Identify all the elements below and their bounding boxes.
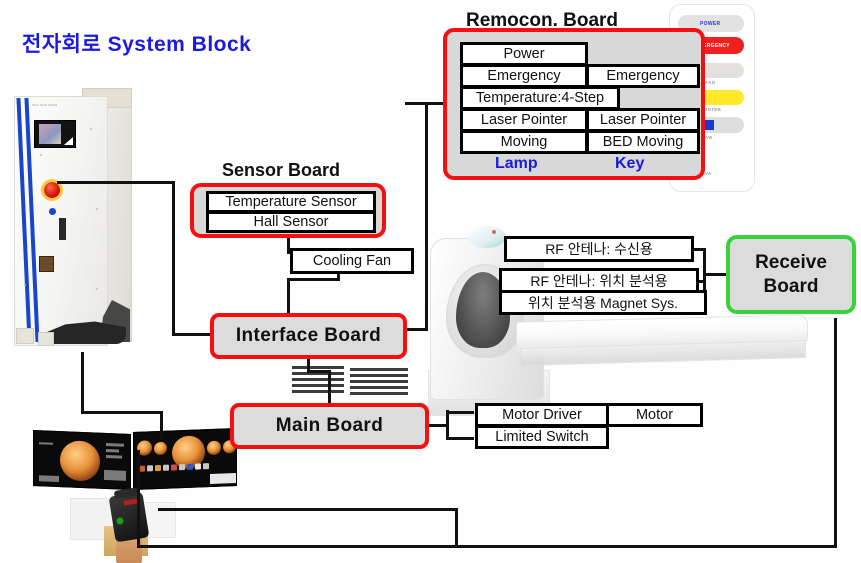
sensor-item-temperature[interactable]: Temperature Sensor bbox=[206, 191, 376, 213]
main-board[interactable]: Main Board bbox=[230, 403, 429, 449]
receive-board-line1: Receive bbox=[755, 251, 827, 273]
connector-interface-to-main-c bbox=[328, 370, 331, 404]
receive-board[interactable]: Receive Board bbox=[726, 235, 856, 314]
connector-joystick-bus bbox=[158, 508, 458, 511]
remocon-key-caption: Key bbox=[615, 155, 645, 172]
endoscopy-monitor-right bbox=[133, 428, 237, 490]
connector-monitor-drop bbox=[160, 411, 163, 439]
rf-antenna-receive[interactable]: RF 안테나: 수신용 bbox=[504, 236, 694, 262]
connector-cabinet-down bbox=[81, 352, 84, 414]
receive-board-line2: Board bbox=[763, 275, 819, 297]
remote-key-power-label: POWER bbox=[700, 21, 721, 27]
remocon-lamp-laser-pointer[interactable]: Laser Pointer bbox=[460, 108, 588, 132]
motor-box[interactable]: Motor bbox=[606, 403, 703, 427]
remocon-lamp-power[interactable]: Power bbox=[460, 42, 588, 66]
connector-trunk-vertical bbox=[172, 181, 175, 336]
hand-controller-photo bbox=[60, 487, 190, 563]
remocon-lamp-caption: Lamp bbox=[495, 155, 538, 172]
connector-motor-bracket-v bbox=[446, 410, 449, 440]
remocon-lamp-moving[interactable]: Moving bbox=[460, 130, 588, 154]
sensor-board-group: Temperature Sensor Hall Sensor bbox=[190, 183, 386, 238]
connector-remocon-to-interface bbox=[405, 328, 427, 331]
sensor-item-hall[interactable]: Hall Sensor bbox=[206, 211, 376, 233]
connector-motor-bracket-bot bbox=[446, 437, 474, 440]
limited-switch-box[interactable]: Limited Switch bbox=[475, 425, 609, 449]
connector-cabinet-to-monitor bbox=[81, 411, 163, 414]
control-cabinet-photo: ooo ooo oooo bbox=[4, 88, 132, 353]
connector-cabinet-to-trunk bbox=[57, 181, 175, 184]
page-title: 전자회로 System Block bbox=[22, 33, 252, 56]
cooling-fan-box[interactable]: Cooling Fan bbox=[290, 248, 414, 274]
connector-coolingfan-tie bbox=[287, 278, 340, 281]
interface-board[interactable]: Interface Board bbox=[210, 313, 407, 359]
position-magnet-system[interactable]: 위치 분석용 Magnet Sys. bbox=[499, 290, 707, 315]
remocon-key-laser-pointer[interactable]: Laser Pointer bbox=[586, 108, 700, 132]
remocon-key-bed-moving[interactable]: BED Moving bbox=[586, 130, 700, 154]
sensor-board-header: Sensor Board bbox=[222, 160, 341, 180]
connector-bottom-bus-up bbox=[834, 318, 837, 546]
remocon-key-emergency[interactable]: Emergency bbox=[586, 64, 700, 88]
connector-joystick-bus-down bbox=[455, 508, 458, 546]
connector-remocon-down bbox=[425, 102, 428, 331]
endoscopy-monitor-left bbox=[33, 429, 131, 491]
connector-main-to-motor bbox=[428, 424, 448, 427]
remocon-board-group: Power Emergency Emergency Temperature:4-… bbox=[443, 28, 705, 180]
connector-sensor-to-interface bbox=[287, 278, 290, 316]
connector-main-down-left bbox=[137, 450, 140, 548]
connector-bottom-bus bbox=[137, 545, 837, 548]
diagram-canvas: 전자회로 System Block ooo ooo oooo POWER EME… bbox=[0, 0, 861, 563]
remocon-lamp-emergency[interactable]: Emergency bbox=[460, 64, 588, 88]
remocon-lamp-temperature[interactable]: Temperature:4-Step bbox=[460, 86, 620, 110]
connector-rf-to-receive bbox=[703, 273, 727, 276]
connector-trunk-to-interface bbox=[172, 333, 214, 336]
connector-motor-bracket-top bbox=[446, 411, 474, 414]
motor-driver-box[interactable]: Motor Driver bbox=[475, 403, 609, 427]
connector-remocon-left bbox=[405, 102, 443, 105]
